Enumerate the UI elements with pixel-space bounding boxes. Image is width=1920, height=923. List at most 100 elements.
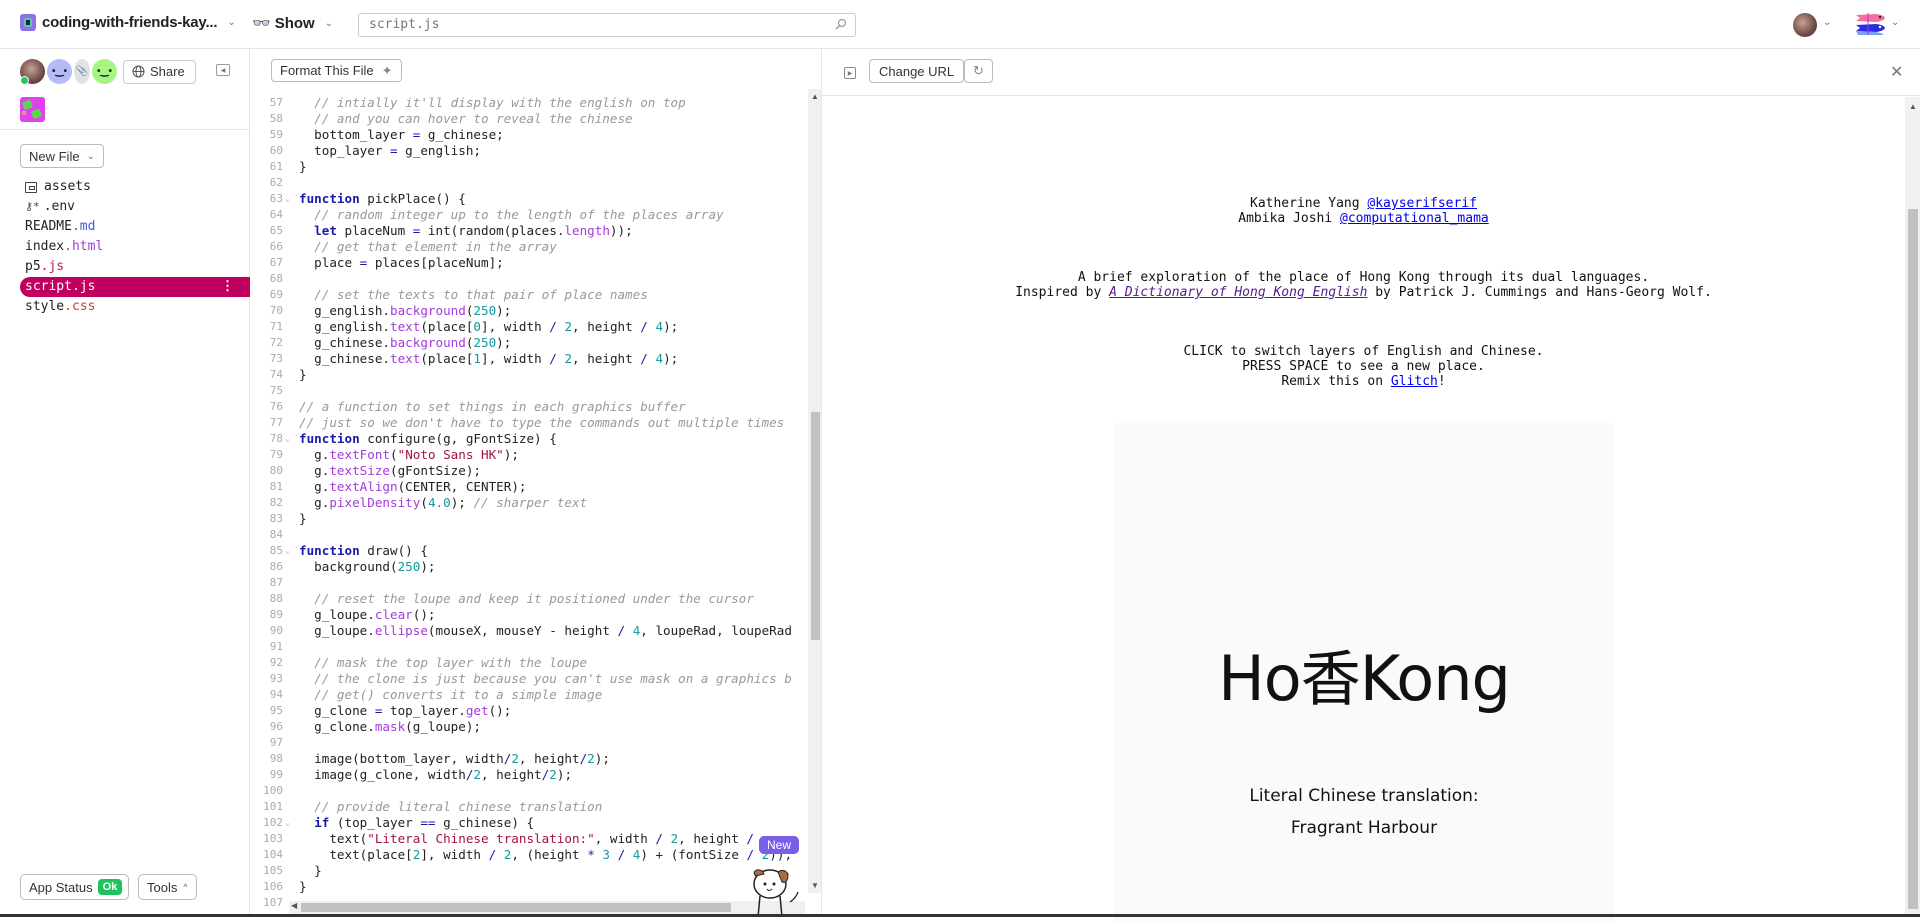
new-badge[interactable]: New xyxy=(759,836,800,854)
user-avatar[interactable] xyxy=(1793,13,1817,37)
code-line[interactable]: 82 g.pixelDensity(4.0); // sharper text xyxy=(251,495,808,511)
code-line[interactable]: 96 g_clone.mask(g_loupe); xyxy=(251,719,808,735)
code-area[interactable]: 57 // intially it'll display with the en… xyxy=(251,89,808,907)
code-line[interactable]: 75 xyxy=(251,383,808,399)
code-line[interactable]: 80 g.textSize(gFontSize); xyxy=(251,463,808,479)
code-line[interactable]: 102 ⌄ if (top_layer == g_chinese) { xyxy=(251,815,808,831)
file-item-readme[interactable]: README .md xyxy=(20,217,250,237)
tools-button[interactable]: Tools ^ xyxy=(138,874,197,900)
code-line[interactable]: 105 } xyxy=(251,863,808,879)
collapse-sidebar-button[interactable]: ◀ xyxy=(216,64,230,76)
code-line[interactable]: 88 // reset the loupe and keep it positi… xyxy=(251,591,808,607)
koinobori-fish-icon[interactable] xyxy=(1854,11,1886,37)
file-item-env[interactable]: ⚷* .env xyxy=(20,197,250,217)
code-line[interactable]: 97 xyxy=(251,735,808,751)
code-line[interactable]: 65 let placeNum = int(random(places.leng… xyxy=(251,223,808,239)
avatar[interactable]: •‿• xyxy=(47,59,72,84)
code-line[interactable]: 86 background(250); xyxy=(251,559,808,575)
code-line[interactable]: 59 bottom_layer = g_chinese; xyxy=(251,127,808,143)
scrollbar-thumb[interactable] xyxy=(1908,209,1918,909)
file-item-index-html[interactable]: index .html xyxy=(20,237,250,257)
editor-vertical-scrollbar[interactable]: ▲ ▼ xyxy=(808,89,822,893)
code-line[interactable]: 101 // provide literal chinese translati… xyxy=(251,799,808,815)
scrollbar-thumb[interactable] xyxy=(301,903,731,912)
code-line[interactable]: 85 ⌄ function draw() { xyxy=(251,543,808,559)
preview-scrollbar[interactable]: ▲ xyxy=(1905,97,1920,917)
dog-mascot-icon[interactable] xyxy=(748,862,806,917)
project-menu[interactable]: coding-with-friends-kay... ⌄ xyxy=(20,14,236,31)
book-link[interactable]: A Dictionary of Hong Kong English xyxy=(1109,285,1367,300)
credit-link[interactable]: @computational_mama xyxy=(1340,211,1489,226)
code-line[interactable]: 69 // set the texts to that pair of plac… xyxy=(251,287,808,303)
glitch-link[interactable]: Glitch xyxy=(1391,374,1438,389)
code-line[interactable]: 72 g_chinese.background(250); xyxy=(251,335,808,351)
code-line[interactable]: 70 g_english.background(250); xyxy=(251,303,808,319)
fold-chevron-icon[interactable]: ⌄ xyxy=(285,431,293,447)
paperclip-icon[interactable]: 📎 xyxy=(74,59,90,84)
code-line[interactable]: 62 xyxy=(251,175,808,191)
code-line[interactable]: 99 image(g_clone, width/2, height/2); xyxy=(251,767,808,783)
format-file-button[interactable]: Format This File ✦ xyxy=(271,59,402,82)
fold-chevron-icon[interactable]: ⌄ xyxy=(285,543,293,559)
avatar[interactable]: •‿• xyxy=(92,59,117,84)
team-avatar[interactable] xyxy=(20,97,45,122)
scrollbar-thumb[interactable] xyxy=(811,412,820,640)
show-menu[interactable]: 👓 Show ⌄ xyxy=(252,14,333,33)
code-line[interactable]: 84 xyxy=(251,527,808,543)
code-line[interactable]: 77 // just so we don't have to type the c… xyxy=(251,415,808,431)
credit-link[interactable]: @kayserifserif xyxy=(1367,196,1477,211)
code-line[interactable]: 58 // and you can hover to reveal the ch… xyxy=(251,111,808,127)
code-line[interactable]: 68 xyxy=(251,271,808,287)
code-line[interactable]: 71 g_english.text(place[0], width / 2, h… xyxy=(251,319,808,335)
code-line[interactable]: 76 // a function to set things in each gr… xyxy=(251,399,808,415)
code-line[interactable]: 67 place = places[placeNum]; xyxy=(251,255,808,271)
code-line[interactable]: 92 // mask the top layer with the loupe xyxy=(251,655,808,671)
code-line[interactable]: 73 g_chinese.text(place[1], width / 2, h… xyxy=(251,351,808,367)
code-line[interactable]: 78 ⌄ function configure(g, gFontSize) { xyxy=(251,431,808,447)
scroll-up-icon[interactable]: ▲ xyxy=(1909,102,1917,111)
code-line[interactable]: 87 xyxy=(251,575,808,591)
refresh-button[interactable]: ↻ xyxy=(964,59,993,83)
file-item-assets[interactable]: assets xyxy=(20,177,250,197)
file-item-p5-js[interactable]: p5 .js xyxy=(20,257,250,277)
scroll-left-icon[interactable]: ◀ xyxy=(291,901,297,910)
close-preview-icon[interactable]: ✕ xyxy=(1890,62,1903,82)
code-line[interactable]: 94 // get() converts it to a simple imag… xyxy=(251,687,808,703)
new-file-button[interactable]: New File ⌄ xyxy=(20,144,104,168)
code-line[interactable]: 100 xyxy=(251,783,808,799)
code-line[interactable]: 63 ⌄ function pickPlace() { xyxy=(251,191,808,207)
sketch-canvas[interactable]: Ho香Kong Literal Chinese translation: Fra… xyxy=(1114,423,1614,923)
app-status-button[interactable]: App Status Ok xyxy=(20,874,130,900)
code-line[interactable]: 57 // intially it'll display with the en… xyxy=(251,95,808,111)
code-line[interactable]: 74} xyxy=(251,367,808,383)
file-item-style-css[interactable]: style .css xyxy=(20,297,250,317)
fold-chevron-icon[interactable]: ⌄ xyxy=(285,191,293,207)
code-line[interactable]: 95 g_clone = top_layer.get(); xyxy=(251,703,808,719)
code-line[interactable]: 98 image(bottom_layer, width/2, height/2… xyxy=(251,751,808,767)
editor-horizontal-scrollbar[interactable]: ◀ xyxy=(289,901,805,914)
code-line[interactable]: 61} xyxy=(251,159,808,175)
code-line[interactable]: 60 top_layer = g_english; xyxy=(251,143,808,159)
share-button[interactable]: Share xyxy=(123,59,196,84)
file-options-icon[interactable]: ⋮ xyxy=(221,277,234,297)
code-line[interactable]: 104 text(place[2], width / 2, (height * … xyxy=(251,847,808,863)
file-item-script-js[interactable]: script .js ⋮ xyxy=(20,277,250,297)
code-line[interactable]: 91 xyxy=(251,639,808,655)
code-line[interactable]: 79 g.textFont("Noto Sans HK"); xyxy=(251,447,808,463)
scroll-down-icon[interactable]: ▼ xyxy=(811,881,819,890)
chevron-down-icon[interactable]: ⌄ xyxy=(1891,17,1899,28)
avatar[interactable] xyxy=(20,59,45,85)
chevron-down-icon[interactable]: ⌄ xyxy=(1823,17,1831,28)
code-line[interactable]: 89 g_loupe.clear(); xyxy=(251,607,808,623)
search-input[interactable]: script.js xyxy=(358,13,856,37)
fold-chevron-icon[interactable]: ⌄ xyxy=(285,815,293,831)
change-url-button[interactable]: Change URL xyxy=(869,59,965,83)
code-line[interactable]: 106} xyxy=(251,879,808,895)
code-line[interactable]: 66 // get that element in the array xyxy=(251,239,808,255)
code-line[interactable]: 103 text("Literal Chinese translation:",… xyxy=(251,831,808,847)
code-line[interactable]: 81 g.textAlign(CENTER, CENTER); xyxy=(251,479,808,495)
play-icon[interactable]: ▶ xyxy=(844,67,856,79)
scroll-up-icon[interactable]: ▲ xyxy=(811,92,819,101)
code-line[interactable]: 93 // the clone is just because you can'… xyxy=(251,671,808,687)
code-line[interactable]: 83} xyxy=(251,511,808,527)
